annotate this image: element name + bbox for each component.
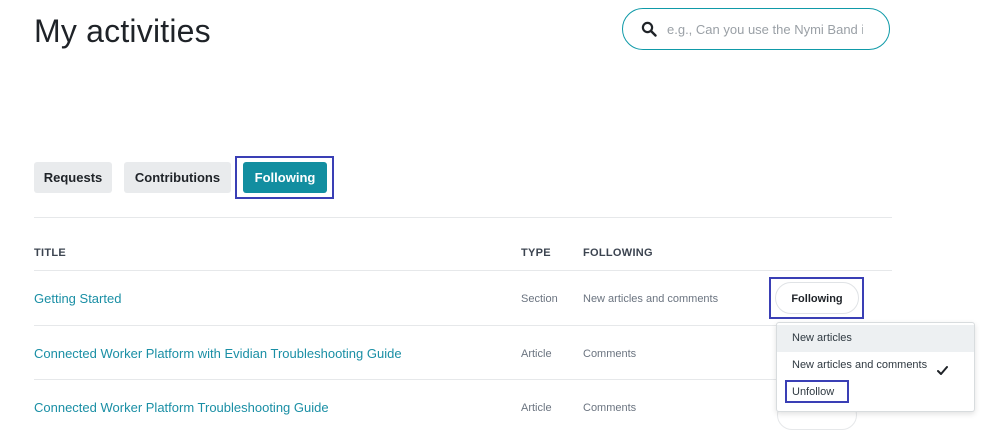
menu-item-new-articles[interactable]: New articles (777, 325, 974, 352)
menu-item-new-articles-and-comments[interactable]: New articles and comments (777, 352, 974, 379)
column-header-title: TITLE (34, 247, 67, 259)
tab-following[interactable]: Following (243, 162, 327, 193)
row-type: Article (521, 402, 552, 414)
tab-contributions[interactable]: Contributions (124, 162, 231, 193)
search-box[interactable] (622, 8, 890, 50)
menu-item-label: New articles and comments (792, 359, 928, 371)
menu-item-unfollow[interactable]: Unfollow (777, 379, 974, 406)
row-title-link[interactable]: Connected Worker Platform Troubleshootin… (34, 400, 329, 415)
row-divider (34, 379, 892, 380)
table-header-divider (34, 270, 892, 271)
row-type: Article (521, 348, 552, 360)
row-title-link[interactable]: Connected Worker Platform with Evidian T… (34, 346, 402, 361)
row-title-link[interactable]: Getting Started (34, 291, 121, 306)
menu-item-label: Unfollow (792, 386, 835, 398)
row-type: Section (521, 293, 558, 305)
row-following-setting: New articles and comments (583, 293, 719, 305)
page-title: My activities (34, 13, 211, 49)
search-icon (641, 21, 657, 37)
following-button[interactable]: Following (775, 282, 859, 314)
menu-item-label: New articles (792, 332, 852, 344)
checkmark-icon (937, 360, 948, 375)
row-divider (34, 325, 892, 326)
following-options-menu: New articles New articles and comments U… (776, 322, 975, 412)
column-header-type: TYPE (521, 247, 551, 259)
row-following-setting: Comments (583, 402, 637, 414)
row-following-setting: Comments (583, 348, 637, 360)
tab-requests[interactable]: Requests (34, 162, 112, 193)
divider (34, 217, 892, 218)
column-header-following: FOLLOWING (583, 247, 653, 259)
search-input[interactable] (667, 21, 863, 37)
